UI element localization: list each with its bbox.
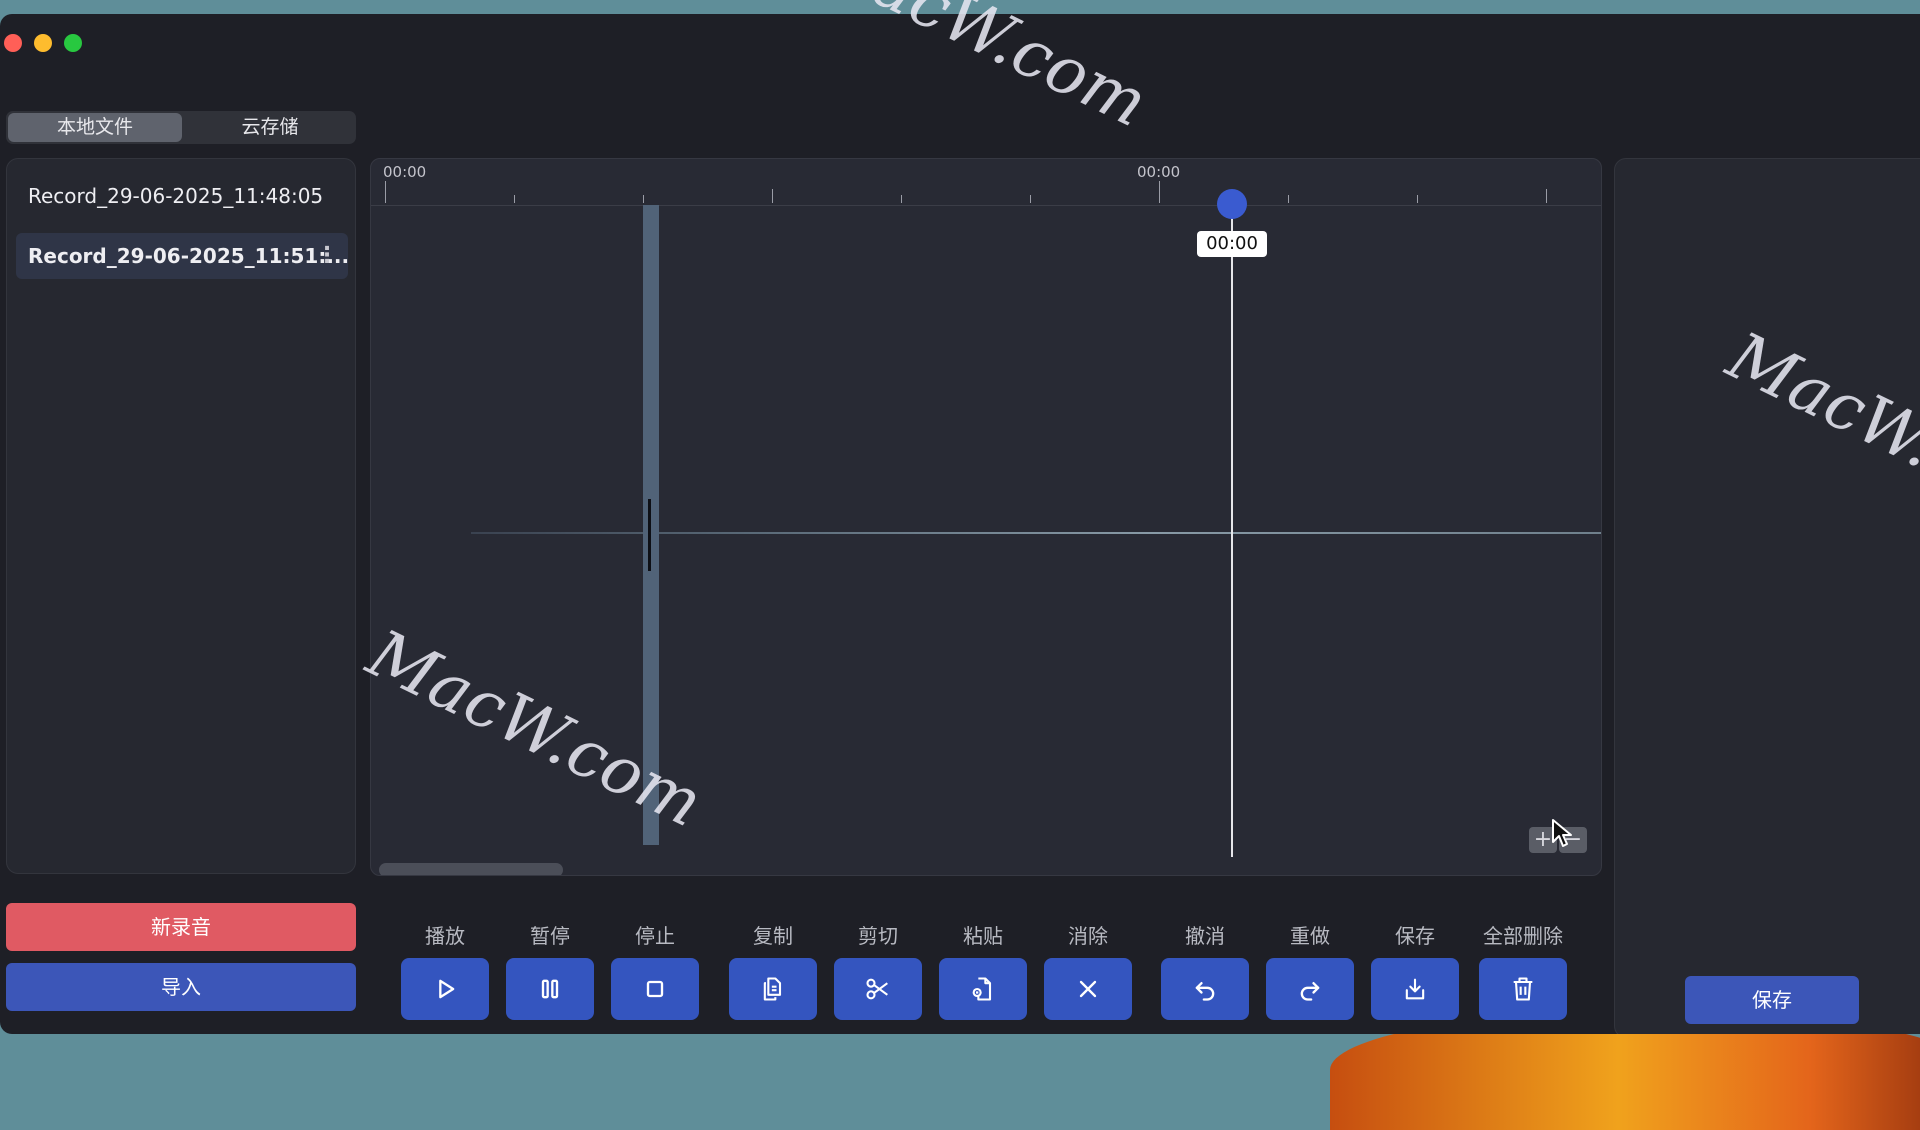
paste-label: 粘贴: [963, 924, 1003, 948]
play-label: 播放: [425, 924, 465, 948]
new-recording-button[interactable]: 新录音: [6, 903, 356, 951]
copy-label: 复制: [753, 924, 793, 948]
right-panel: 保存: [1614, 158, 1920, 1034]
tool-cut: 剪切: [834, 920, 922, 1020]
save-file-button[interactable]: 保存: [1685, 976, 1859, 1024]
ruler-tick: [514, 195, 515, 203]
import-button[interactable]: 导入: [6, 963, 356, 1011]
zoom-out-button[interactable]: −: [1559, 827, 1587, 853]
trash-icon: [1513, 977, 1533, 1001]
ruler-tick: [1159, 181, 1160, 203]
playhead-time-label: 00:00: [1197, 231, 1267, 257]
clear-button[interactable]: [1044, 958, 1132, 1020]
delete-all-button[interactable]: [1479, 958, 1567, 1020]
save-button[interactable]: [1371, 958, 1459, 1020]
list-item-selected[interactable]: Record_29-06-2025_11:51:... ⋮: [16, 233, 348, 279]
tool-delete-all: 全部删除: [1479, 920, 1567, 1020]
save-label: 保存: [1395, 924, 1435, 948]
storage-tab-switch: 本地文件 云存储: [6, 111, 356, 144]
file-list: Record_29-06-2025_11:48:05 Record_29-06-…: [6, 158, 356, 874]
tool-copy: 复制: [729, 920, 817, 1020]
playhead[interactable]: [1231, 197, 1233, 857]
tab-cloud-storage[interactable]: 云存储: [186, 113, 354, 142]
paste-icon: [972, 977, 992, 1001]
download-icon: [1405, 978, 1425, 1000]
list-item[interactable]: Record_29-06-2025_11:48:05: [16, 173, 348, 219]
ruler-tick: [772, 189, 773, 203]
ruler-tick: [385, 181, 386, 203]
undo-label: 撤消: [1185, 924, 1225, 948]
ruler-mid-label: 00:00: [1137, 163, 1181, 181]
tab-local-files[interactable]: 本地文件: [8, 113, 182, 142]
copy-button[interactable]: [729, 958, 817, 1020]
tool-save: 保存: [1371, 920, 1459, 1020]
playhead-knob[interactable]: [1217, 189, 1247, 219]
undo-icon: [1195, 982, 1215, 1001]
zoom-in-button[interactable]: +: [1529, 827, 1557, 853]
stop-button[interactable]: [611, 958, 699, 1020]
scissors-icon: [866, 978, 888, 1000]
x-icon: [1079, 980, 1097, 998]
ruler-tick: [1417, 195, 1418, 203]
delete-all-label: 全部删除: [1483, 924, 1563, 948]
window-close-button[interactable]: [4, 34, 22, 52]
tool-pause: 暂停: [506, 920, 594, 1020]
ruler-tick: [1288, 195, 1289, 203]
app-window: 本地文件 云存储 Record_29-06-2025_11:48:05 Reco…: [0, 14, 1920, 1034]
copy-icon: [763, 977, 782, 1001]
window-minimize-button[interactable]: [34, 34, 52, 52]
ruler-tick: [643, 195, 644, 203]
ruler-tick: [1030, 195, 1031, 203]
tool-play: 播放: [401, 920, 489, 1020]
selection-handle[interactable]: [648, 499, 651, 571]
pause-button[interactable]: [506, 958, 594, 1020]
waveform-editor[interactable]: 00:00 00:00 00:00 + −: [370, 158, 1602, 876]
horizontal-scrollbar[interactable]: [371, 857, 1601, 875]
tool-undo: 撤消: [1161, 920, 1249, 1020]
tool-clear: 消除: [1044, 920, 1132, 1020]
audio-waveform: [471, 532, 1601, 534]
cut-label: 剪切: [858, 924, 898, 948]
redo-button[interactable]: [1266, 958, 1354, 1020]
play-icon: [439, 979, 455, 999]
ruler-tick: [1546, 189, 1547, 203]
cut-button[interactable]: [834, 958, 922, 1020]
paste-button[interactable]: [939, 958, 1027, 1020]
selection-region[interactable]: [643, 205, 659, 845]
ruler-start-label: 00:00: [383, 163, 427, 181]
ruler-tick: [901, 195, 902, 203]
play-button[interactable]: [401, 958, 489, 1020]
redo-label: 重做: [1290, 924, 1330, 948]
scrollbar-thumb[interactable]: [379, 863, 563, 875]
file-name: Record_29-06-2025_11:51:...: [28, 244, 348, 268]
timeline-ruler[interactable]: 00:00 00:00: [371, 159, 1601, 206]
stop-icon: [646, 980, 664, 998]
undo-button[interactable]: [1161, 958, 1249, 1020]
more-options-icon[interactable]: ⋮: [316, 233, 338, 279]
tool-stop: 停止: [611, 920, 699, 1020]
pause-label: 暂停: [530, 924, 570, 948]
window-maximize-button[interactable]: [64, 34, 82, 52]
pause-icon: [541, 979, 559, 999]
tool-redo: 重做: [1266, 920, 1354, 1020]
clear-label: 消除: [1068, 924, 1108, 948]
tool-paste: 粘贴: [939, 920, 1027, 1020]
file-name: Record_29-06-2025_11:48:05: [28, 184, 324, 208]
stop-label: 停止: [635, 924, 675, 948]
redo-icon: [1300, 982, 1320, 1001]
